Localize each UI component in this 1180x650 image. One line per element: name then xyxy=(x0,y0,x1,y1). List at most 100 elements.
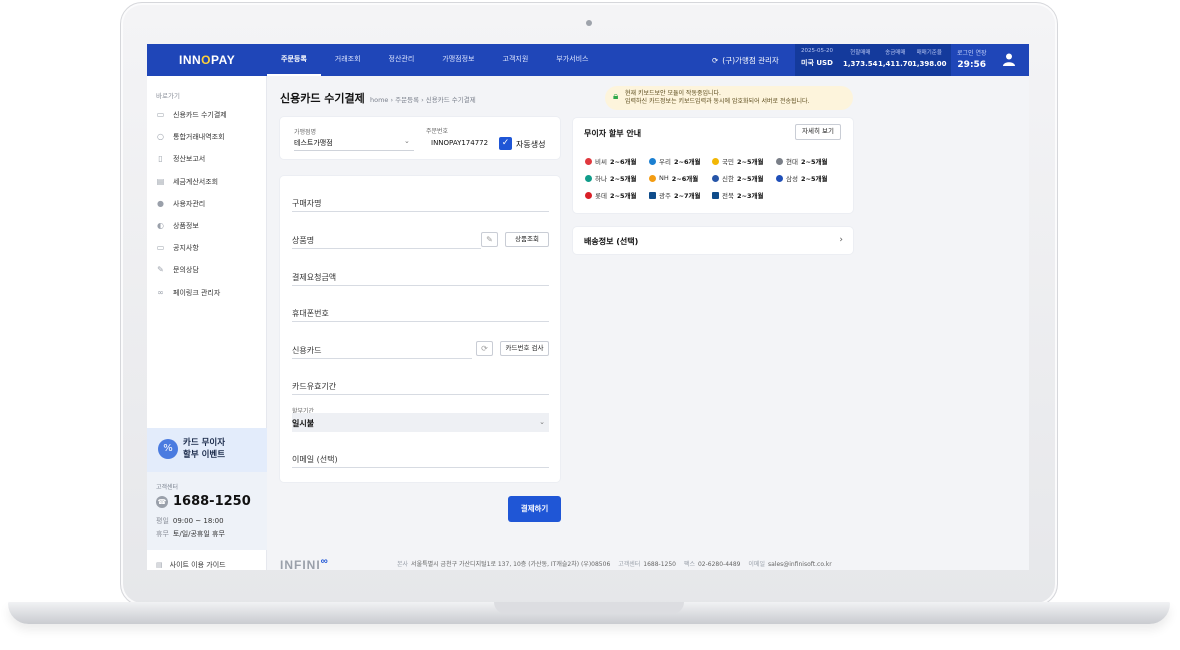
sidebar-item-users[interactable]: ● 사용자관리 xyxy=(156,193,266,215)
nav-merchant-info[interactable]: 가맹점정보 xyxy=(428,44,488,76)
card-check-button[interactable]: 카드번호 검사 xyxy=(500,341,549,356)
report-icon: ▯ xyxy=(158,154,163,164)
nav-transactions[interactable]: 거래조회 xyxy=(321,44,375,76)
bank-months: 2~5개월 xyxy=(736,175,764,183)
document-icon: ▤ xyxy=(156,561,163,569)
pay-button[interactable]: 결제하기 xyxy=(508,496,561,522)
order-no-input[interactable]: INNOPAY174772 xyxy=(431,139,491,147)
bank-item: 하나 2~5개월 xyxy=(585,173,636,183)
sidebar-item-tax-invoice[interactable]: ▤ 세금계산서조회 xyxy=(156,171,266,193)
bank-months: 2~3개월 xyxy=(736,192,764,200)
chevron-right-icon: › xyxy=(839,235,843,245)
bank-item: 광주 2~7개월 xyxy=(649,190,700,200)
cs-holiday-value: 토/일/공휴일 휴무 xyxy=(172,530,225,538)
nav-settlement[interactable]: 정산관리 xyxy=(375,44,429,76)
bank-months: 2~6개월 xyxy=(609,158,637,166)
site-guide-link[interactable]: ▤ 사이트 이용 가이드 xyxy=(156,560,226,570)
nav-support[interactable]: 고객지원 xyxy=(489,44,543,76)
phone-icon: ☎ xyxy=(156,495,168,508)
footer-info: 본사 서울특별시 금천구 가산디지털1로 137, 10층 (가산동, IT캐슬2… xyxy=(391,559,832,568)
bank-logo-icon xyxy=(712,157,719,165)
bank-logo-icon xyxy=(585,191,592,199)
amount-field[interactable]: 결제요청금액 xyxy=(292,264,549,286)
bank-logo-icon xyxy=(585,174,592,182)
notice-line-2: 입력하신 카드정보는 키보드입력과 동시에 암호화되어 서버로 전송됩니다. xyxy=(625,98,810,105)
chevron-down-icon[interactable]: ⌄ xyxy=(404,137,410,145)
chevron-down-icon: ⌄ xyxy=(539,418,545,426)
merchant-switch[interactable]: ⟳ (구)가맹점 관리자 xyxy=(712,55,779,66)
bank-item: 삼성 2~5개월 xyxy=(776,173,827,183)
sidebar-item-label: 페이링크 관리자 xyxy=(173,288,221,297)
percent-badge-icon: % xyxy=(158,439,178,459)
security-notice: 🔒︎ 현재 키보드보안 모듈이 작동중입니다. 입력하신 카드정보는 키보드입력… xyxy=(605,86,853,110)
merchant-name: (구)가맹점 관리자 xyxy=(722,56,779,65)
footer-fax-key: 팩스 xyxy=(683,561,695,568)
sidebar-item-products[interactable]: ◐ 상품정보 xyxy=(156,215,266,237)
installment-select[interactable]: 일시불 ⌄ xyxy=(292,413,549,432)
card-event-banner[interactable]: % 카드 무이자 할부 이벤트 xyxy=(147,428,267,472)
lock-icon: 🔒︎ xyxy=(613,91,619,102)
product-name-field[interactable]: 상품명 xyxy=(292,227,481,249)
rate-value: 미국 USD xyxy=(801,59,833,67)
user-icon[interactable] xyxy=(1003,53,1015,66)
product-search-button[interactable]: 상품조회 xyxy=(505,232,549,247)
pin-icon[interactable]: ✎ xyxy=(481,232,498,247)
sidebar-item-transactions[interactable]: ○ 통합거래내역조회 xyxy=(156,126,266,148)
rate-value: 1,373.54 xyxy=(843,60,878,68)
phone-field[interactable]: 휴대폰번호 xyxy=(292,300,549,322)
nav-extra-services[interactable]: 부가서비스 xyxy=(542,44,602,76)
bank-item: 국민 2~5개월 xyxy=(712,156,763,166)
app-screen: INNOPAY 주문등록 거래조회 정산관리 가맹점정보 고객지원 부가서비스 … xyxy=(147,44,1029,570)
merchant-select-value[interactable]: 테스트가맹점 xyxy=(294,138,333,148)
logo-text-o: O xyxy=(201,53,212,67)
sidebar-item-label: 신용카드 수기결제 xyxy=(173,111,227,120)
sidebar-item-notices[interactable]: ▭ 공지사항 xyxy=(156,237,266,259)
sidebar-item-paylink[interactable]: ∞ 페이링크 관리자 xyxy=(156,282,266,304)
buyer-name-field[interactable]: 구매자명 xyxy=(292,190,549,212)
card-number-field[interactable]: 신용카드 xyxy=(292,337,472,359)
auto-generate-checkbox[interactable]: ✓ xyxy=(499,137,512,150)
footer-logo-text: INFINI xyxy=(280,558,321,570)
phone-placeholder: 휴대폰번호 xyxy=(292,309,329,318)
sidebar-item-label: 문의상담 xyxy=(173,266,199,275)
sidebar-item-label: 정산보고서 xyxy=(173,155,206,164)
cs-holiday-key: 휴무 xyxy=(156,530,169,538)
expiry-field[interactable]: 카드유효기간 xyxy=(292,373,549,395)
bank-logo-icon xyxy=(776,157,783,165)
footer-addr-key: 본사 xyxy=(397,561,409,568)
shipping-info-toggle[interactable]: 배송정보 (선택) › xyxy=(573,227,853,254)
bank-logo-icon xyxy=(649,157,656,165)
detail-view-button[interactable]: 자세히 보기 xyxy=(795,124,841,140)
pencil-icon: ✎ xyxy=(157,265,164,275)
laptop-base-notch xyxy=(494,602,684,614)
cs-phone: ☎ 1688-1250 xyxy=(156,494,251,509)
bank-months: 2~7개월 xyxy=(673,192,701,200)
order-no-label: 주문번호 xyxy=(426,128,449,135)
refresh-icon[interactable]: ⟳ xyxy=(476,341,493,356)
sidebar-item-inquiry[interactable]: ✎ 문의상담 xyxy=(156,259,266,281)
bank-name: 삼성 xyxy=(786,175,798,183)
rate-cash: 현찰매매 1,373.54 xyxy=(843,48,878,68)
bank-item: NH 2~6개월 xyxy=(649,173,698,183)
rate-label: 현찰매매 xyxy=(850,50,871,56)
cs-label: 고객센터 xyxy=(156,484,179,491)
notice-text: 현재 키보드보안 모듈이 작동중입니다. 입력하신 카드정보는 키보드입력과 동… xyxy=(625,90,809,106)
bank-item: 우리 2~6개월 xyxy=(649,156,700,166)
innopay-logo[interactable]: INNOPAY xyxy=(179,53,235,67)
email-field[interactable]: 이메일 (선택) xyxy=(292,446,549,468)
expiry-placeholder: 카드유효기간 xyxy=(292,382,337,391)
rate-base: 매매기준율 1,398.00 xyxy=(912,48,947,68)
bank-logo-icon xyxy=(585,157,592,165)
bank-name: 전북 xyxy=(722,192,734,200)
refresh-icon: ⟳ xyxy=(712,56,719,65)
footer-cs-value: 1688-1250 xyxy=(643,561,676,568)
product-name-placeholder: 상품명 xyxy=(292,236,315,245)
payment-form-card: 구매자명 상품명 ✎ 상품조회 결제요청금액 휴대폰번호 신용카드 ⟳ 카드번호… xyxy=(280,176,560,482)
sidebar-item-manual-card[interactable]: ▭ 신용카드 수기결제 xyxy=(156,104,266,126)
sidebar-title: 바로가기 xyxy=(156,92,180,100)
tag-icon: ◐ xyxy=(157,221,164,231)
sidebar-item-settlement-report[interactable]: ▯ 정산보고서 xyxy=(156,148,266,170)
login-extend-button[interactable]: 로그인 연장 29:56 xyxy=(957,48,987,70)
nav-order-register[interactable]: 주문등록 xyxy=(267,44,321,76)
cs-phone-number: 1688-1250 xyxy=(173,494,251,509)
